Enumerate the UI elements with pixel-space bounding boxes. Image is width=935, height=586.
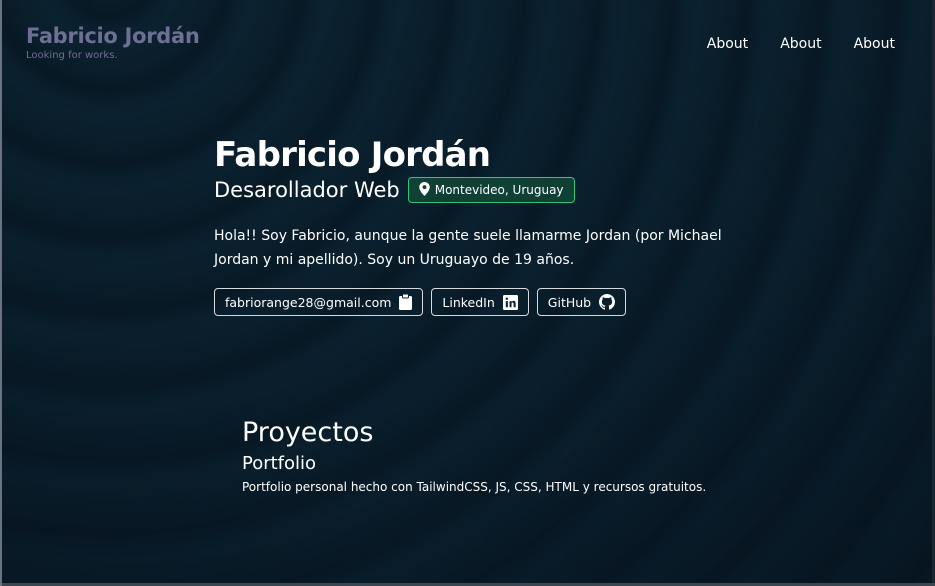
nav-link-about-2[interactable]: About xyxy=(780,36,821,52)
projects-title: Proyectos xyxy=(242,417,374,448)
role-row: Desarollador Web Montevideo, Uruguay xyxy=(214,176,734,204)
linkedin-label: LinkedIn xyxy=(442,294,495,310)
nav-link-about-1[interactable]: About xyxy=(707,36,748,52)
hero-name: Fabricio Jordán xyxy=(214,135,491,175)
email-button[interactable]: fabriorange28@gmail.com xyxy=(214,288,424,316)
contact-links: fabriorange28@gmail.com LinkedIn GitHub xyxy=(214,288,734,316)
location-badge: Montevideo, Uruguay xyxy=(407,177,575,203)
email-text: fabriorange28@gmail.com xyxy=(225,294,392,310)
github-button[interactable]: GitHub xyxy=(536,288,627,316)
github-label: GitHub xyxy=(547,294,592,310)
linkedin-icon xyxy=(502,294,518,310)
main-nav: About About About xyxy=(707,36,895,52)
location-text: Montevideo, Uruguay xyxy=(434,183,564,197)
project-description: Portfolio personal hecho con TailwindCSS… xyxy=(242,480,707,494)
linkedin-button[interactable]: LinkedIn xyxy=(431,288,529,316)
project-card[interactable]: Portfolio Portfolio personal hecho con T… xyxy=(242,452,802,496)
brand[interactable]: Fabricio Jordán Looking for works. xyxy=(26,24,200,61)
projects-section: Proyectos Portfolio Portfolio personal h… xyxy=(242,416,802,496)
project-name[interactable]: Portfolio xyxy=(242,452,802,476)
brand-name[interactable]: Fabricio Jordán xyxy=(26,24,200,48)
map-pin-icon xyxy=(418,181,430,199)
bio-text: Hola!! Soy Fabricio, aunque la gente sue… xyxy=(214,228,722,268)
brand-tagline: Looking for works. xyxy=(26,50,118,61)
clipboard-icon xyxy=(399,294,413,310)
hero-section: Fabricio Jordán Desarollador Web Montevi… xyxy=(214,134,734,316)
nav-link-about-3[interactable]: About xyxy=(854,36,895,52)
github-icon xyxy=(599,294,616,310)
role-title: Desarollador Web xyxy=(214,178,400,202)
